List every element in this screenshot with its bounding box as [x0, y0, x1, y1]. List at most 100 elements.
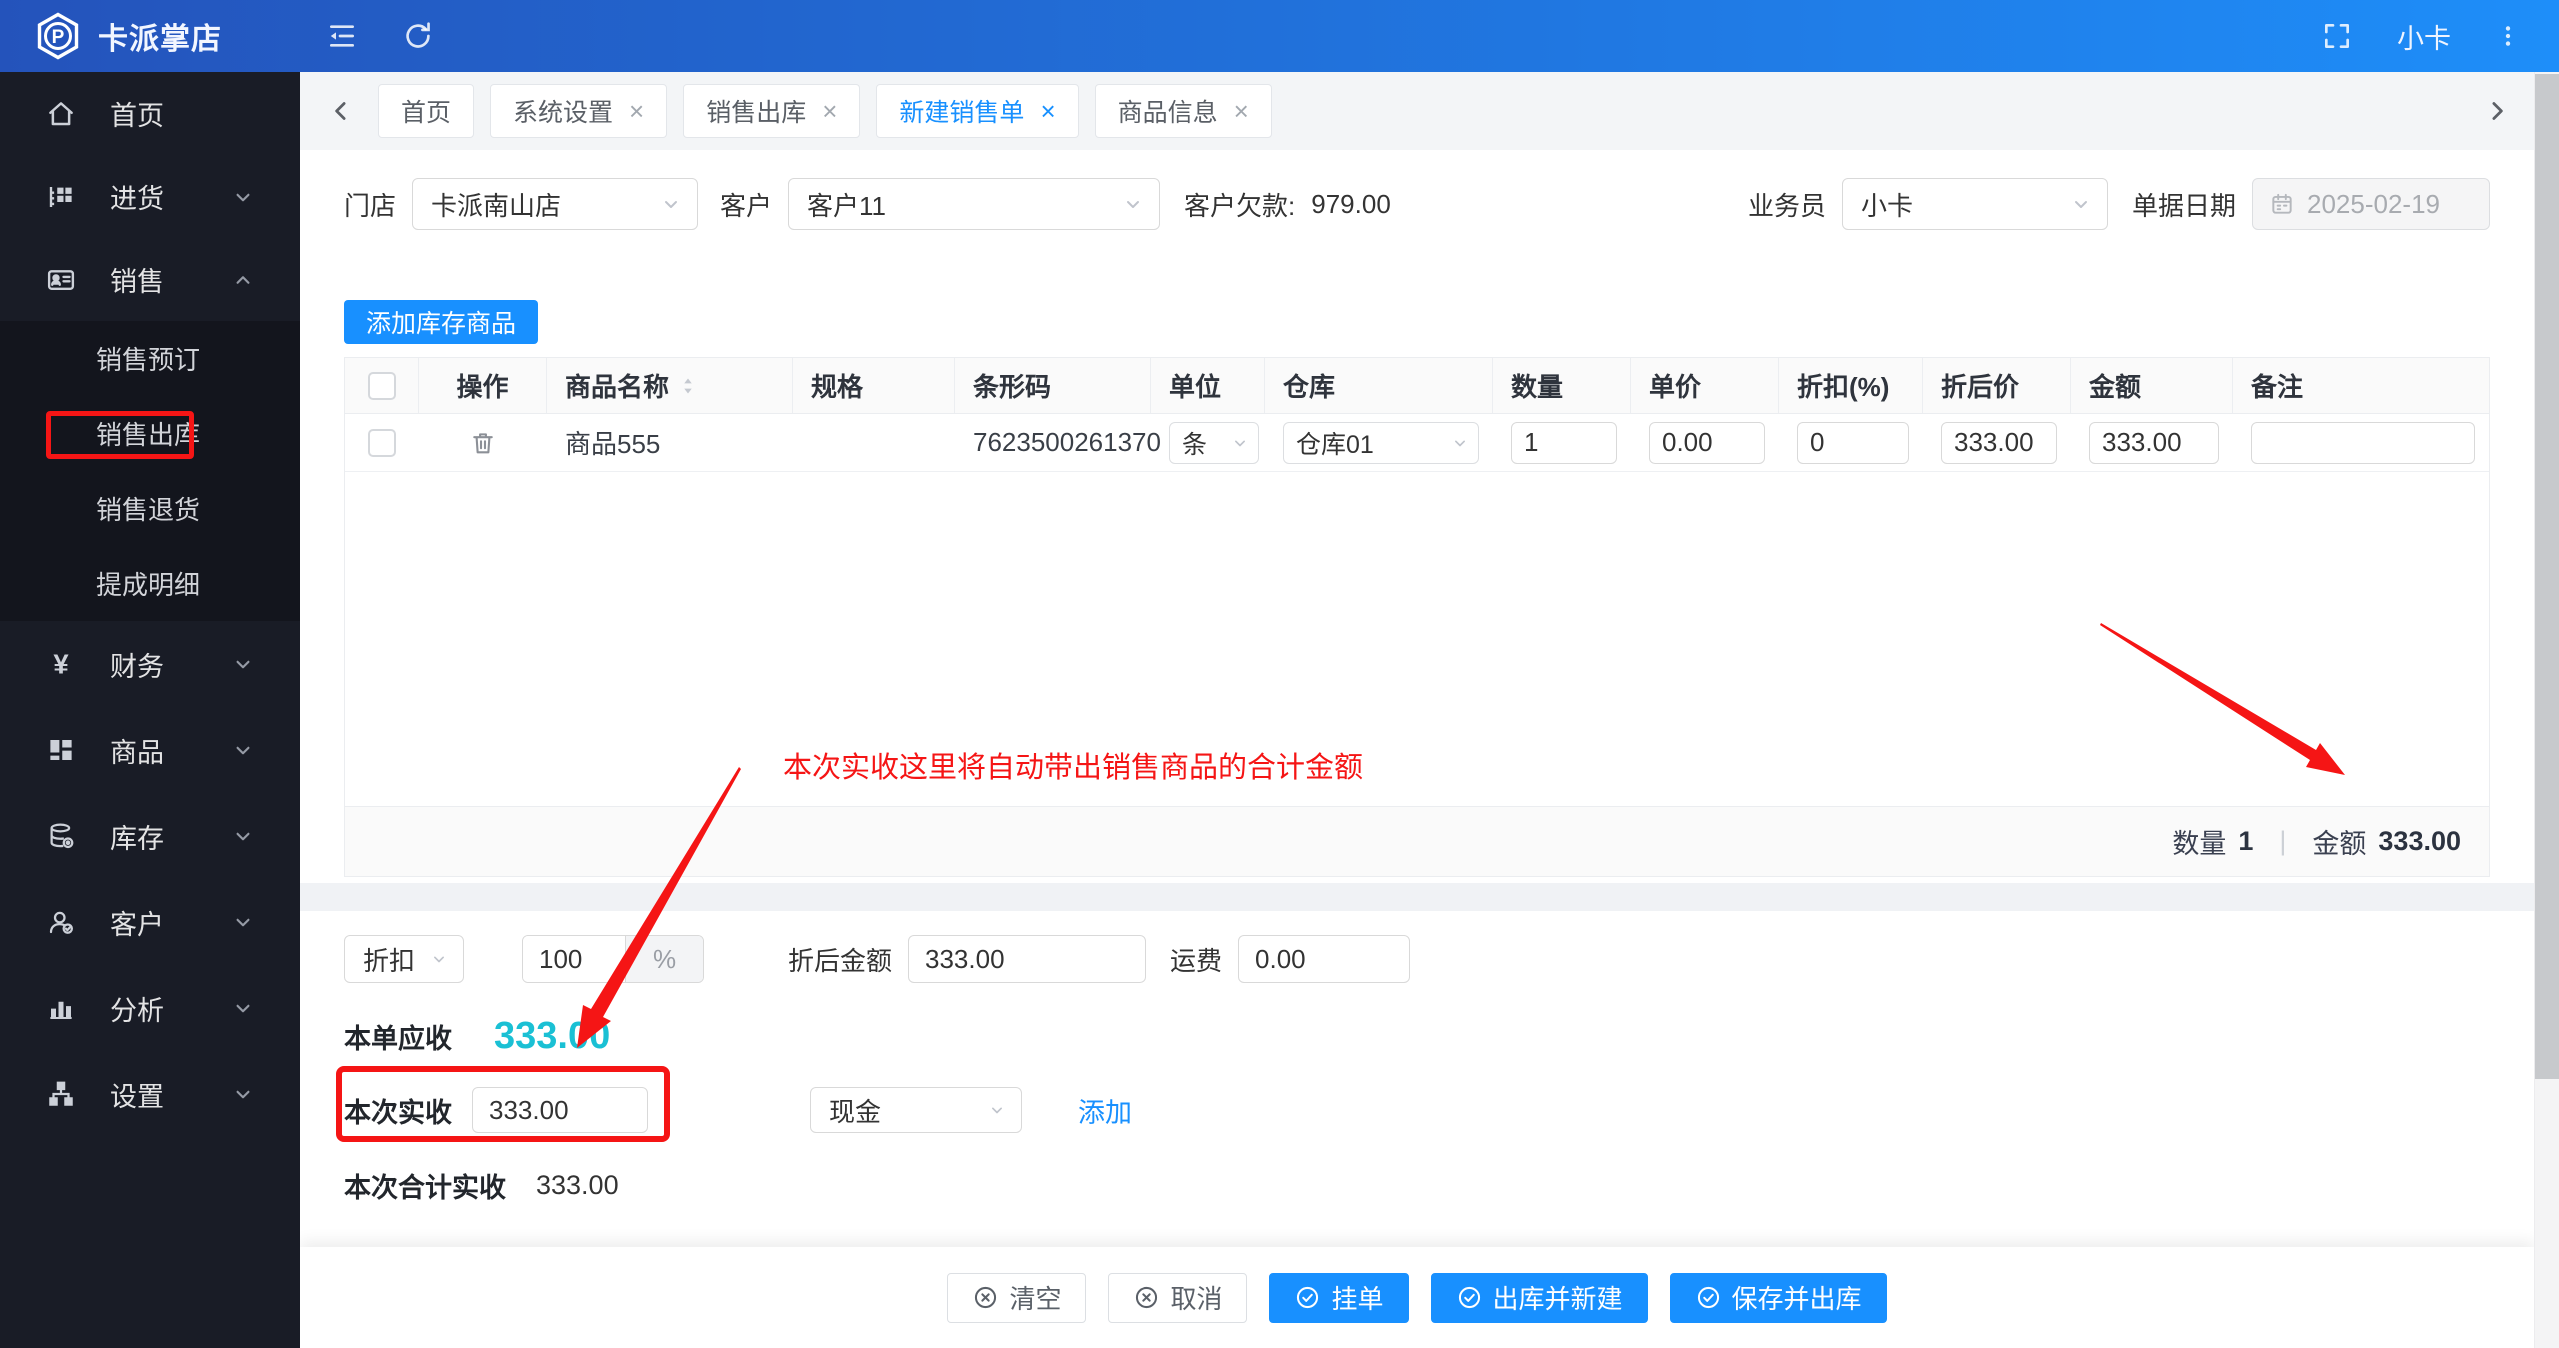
discount-type-select[interactable]: 折扣: [344, 935, 464, 983]
table-row: 商品555 7623500261370 条 仓库01: [345, 414, 2489, 472]
price-input[interactable]: [1649, 421, 1765, 464]
freight-input[interactable]: [1238, 935, 1411, 983]
app-title: 卡派掌店: [98, 23, 222, 56]
form-right-group: 业务员 小卡 单据日期 2025-02-19: [1748, 178, 2490, 230]
fullscreen-icon[interactable]: [2321, 20, 2353, 52]
received-row: 本次实收 现金 添加: [344, 1086, 2490, 1134]
header-cell-qty: 数量: [1493, 358, 1631, 413]
date-label: 单据日期: [2131, 190, 2236, 221]
save-and-outbound-button[interactable]: 保存并出库: [1669, 1272, 1887, 1323]
warehouse-select[interactable]: 仓库01: [1283, 421, 1479, 464]
clear-button[interactable]: 清空: [947, 1272, 1087, 1323]
order-date-picker[interactable]: 2025-02-19: [2252, 178, 2490, 230]
store-label: 门店: [344, 190, 397, 221]
tab-home[interactable]: 首页: [378, 84, 475, 138]
action-bar: 清空 取消 挂单 出库并新建 保存并出库: [300, 1247, 2534, 1348]
sidebar-item-sales-return[interactable]: 销售退货: [0, 471, 300, 546]
tabs-scroll-left-icon[interactable]: [326, 96, 356, 126]
amount-input[interactable]: [2089, 421, 2219, 464]
chevron-down-icon: [230, 823, 256, 849]
submenu-item-label: 销售预订: [96, 345, 201, 375]
sidebar-item-analysis[interactable]: 分析: [0, 965, 300, 1051]
chevron-down-icon: [230, 651, 256, 677]
sidebar-item-stock[interactable]: 库存: [0, 793, 300, 879]
payment-card: 折扣 % 折后金额 运费 本单应收 333.00 本次实收 现金 添加: [300, 911, 2534, 1249]
payment-method-select[interactable]: 现金: [810, 1087, 1022, 1133]
outbound-and-new-button[interactable]: 出库并新建: [1430, 1272, 1648, 1323]
sidebar-item-sales-outbound[interactable]: 销售出库: [0, 396, 300, 471]
app-logo-icon: [34, 12, 82, 60]
cell-product-name: 商品555: [565, 429, 661, 459]
after-discount-input[interactable]: [908, 935, 1147, 983]
add-payment-link[interactable]: 添加: [1078, 1091, 1132, 1130]
stock-icon: [46, 821, 76, 851]
delete-row-icon[interactable]: [469, 429, 497, 457]
header-cell-warehouse: 仓库: [1265, 358, 1493, 413]
hold-order-button[interactable]: 挂单: [1269, 1272, 1409, 1323]
scrollbar-thumb[interactable]: [2535, 74, 2559, 1079]
salesman-select[interactable]: 小卡: [1841, 178, 2108, 230]
summary-divider: |: [2279, 826, 2287, 856]
unit-select-value: 条: [1182, 430, 1208, 459]
sidebar-item-sales[interactable]: 销售: [0, 238, 300, 321]
sort-icon[interactable]: [677, 375, 699, 397]
discount-percent-input[interactable]: [523, 936, 625, 982]
cancel-button[interactable]: 取消: [1108, 1272, 1248, 1323]
due-row: 本单应收 333.00: [344, 1015, 2490, 1058]
sidebar-item-home[interactable]: 首页: [0, 72, 300, 155]
sidebar-item-sales-reserve[interactable]: 销售预订: [0, 321, 300, 396]
add-stock-item-button[interactable]: 添加库存商品: [344, 300, 539, 344]
customer-icon: [46, 907, 76, 937]
discounted-price-input[interactable]: [1941, 421, 2057, 464]
unit-select[interactable]: 条: [1169, 421, 1259, 464]
header-cell-amount: 金额: [2071, 358, 2233, 413]
refresh-icon[interactable]: [402, 20, 434, 52]
annotation-note: 本次实收这里将自动带出销售商品的合计金额: [783, 752, 1364, 784]
sidebar-item-goods[interactable]: 商品: [0, 707, 300, 793]
received-input[interactable]: [472, 1087, 648, 1133]
chevron-down-icon: [659, 192, 683, 216]
current-user[interactable]: 小卡: [2397, 17, 2451, 56]
topbar: 卡派掌店 小卡: [0, 0, 2559, 72]
scrollbar[interactable]: [2534, 72, 2559, 1348]
tab-sales-outbound[interactable]: 销售出库 ×: [683, 84, 861, 138]
check-circle-icon: [1695, 1284, 1722, 1311]
table-empty-space: [345, 472, 2489, 806]
sidebar-item-customer[interactable]: 客户: [0, 879, 300, 965]
header-cell-remark: 备注: [2251, 372, 2304, 402]
sidebar-item-settings[interactable]: 设置: [0, 1051, 300, 1137]
topbar-right: 小卡: [2321, 17, 2559, 56]
customer-select[interactable]: 客户11: [788, 178, 1161, 230]
tabs-scroll-right-icon[interactable]: [2482, 96, 2512, 126]
sidebar-item-purchase[interactable]: 进货: [0, 155, 300, 238]
sidebar-item-label: 库存: [110, 823, 164, 854]
sidebar-item-label: 财务: [110, 651, 164, 682]
more-vertical-icon[interactable]: [2495, 23, 2521, 49]
sidebar-item-label: 设置: [110, 1081, 164, 1112]
row-checkbox[interactable]: [368, 428, 396, 457]
close-icon[interactable]: ×: [1234, 98, 1249, 124]
qty-input[interactable]: [1511, 421, 1617, 464]
close-icon[interactable]: ×: [629, 98, 644, 124]
tab-new-sales-order[interactable]: 新建销售单 ×: [876, 84, 1079, 138]
order-header-form: 门店 卡派南山店 客户 客户11 客户欠款: 979.00 业务员 小卡 单据日…: [344, 178, 2490, 230]
remark-input[interactable]: [2251, 421, 2475, 464]
tabs: 首页 系统设置 × 销售出库 × 新建销售单 × 商品信息 ×: [378, 84, 2482, 138]
submenu-item-label: 提成明细: [96, 570, 201, 600]
discount-input[interactable]: [1797, 421, 1909, 464]
header-cell-name[interactable]: 商品名称: [547, 358, 793, 413]
sidebar-item-finance[interactable]: 财务: [0, 621, 300, 707]
menu-fold-icon[interactable]: [326, 20, 358, 52]
close-icon[interactable]: ×: [1040, 98, 1055, 124]
check-circle-icon: [1294, 1284, 1321, 1311]
sidebar-item-commission-detail[interactable]: 提成明细: [0, 546, 300, 621]
tab-goods-info[interactable]: 商品信息 ×: [1094, 84, 1272, 138]
chevron-down-icon: [1450, 433, 1470, 453]
tab-system-settings[interactable]: 系统设置 ×: [490, 84, 668, 138]
header-cell-price: 单价: [1631, 358, 1779, 413]
select-all-checkbox[interactable]: [367, 371, 396, 400]
after-discount-label: 折后金额: [788, 945, 893, 976]
freight-label: 运费: [1170, 945, 1223, 976]
store-select[interactable]: 卡派南山店: [412, 178, 699, 230]
close-icon[interactable]: ×: [822, 98, 837, 124]
